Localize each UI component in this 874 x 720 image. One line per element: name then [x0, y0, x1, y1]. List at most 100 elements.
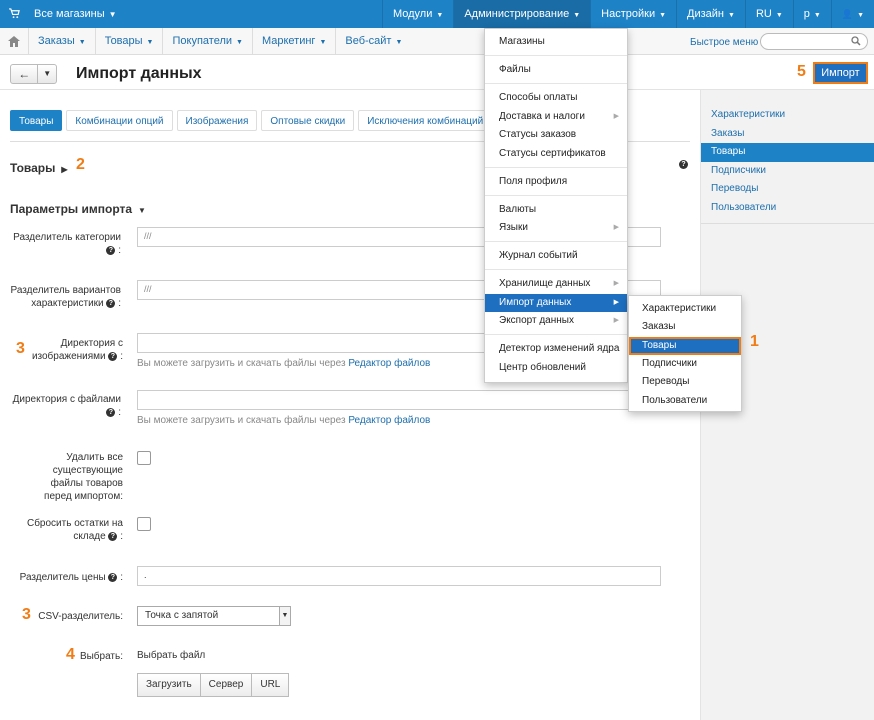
back-arrow-icon[interactable]: ←	[11, 65, 39, 83]
section-title[interactable]: Товары ▶	[10, 161, 68, 175]
admin-menu-item[interactable]: Доставка и налоги ▶	[485, 108, 627, 126]
chevron-down-icon: ▼	[395, 39, 403, 46]
menu-separator	[485, 334, 627, 336]
admin-menu-item[interactable]: Языки ▶	[485, 219, 627, 237]
menu-separator	[485, 269, 627, 271]
import-data-submenu: Характеристики Заказы Товары Подписчики Пере…	[628, 295, 742, 412]
admin-menu-item[interactable]: Журнал событий	[485, 247, 627, 265]
admin-menu-item[interactable]: Статусы сертификатов	[485, 145, 627, 163]
variant-delimiter-label: Разделитель вариантов характеристики ? :	[10, 285, 122, 309]
chevron-right-icon: ▶	[613, 298, 619, 306]
page-header: ← ▼ Импорт данных	[0, 56, 874, 90]
marker-5: 5	[797, 63, 806, 80]
marker-1: 1	[750, 333, 759, 350]
import-submenu-item[interactable]: Подписчики	[629, 355, 741, 373]
admin-menu-item[interactable]: Статусы заказов	[485, 126, 627, 144]
top-nav-item[interactable]: Модули ▼	[381, 0, 453, 28]
import-button[interactable]: Импорт	[813, 62, 868, 84]
import-submenu-item[interactable]: Заказы	[629, 318, 741, 336]
sidebar-item[interactable]: Заказы	[701, 125, 874, 144]
admin-menu-item[interactable]: Магазины	[485, 33, 627, 51]
upload-option-button[interactable]: Сервер	[199, 673, 253, 697]
sidebar-item[interactable]: Переводы	[701, 180, 874, 199]
chevron-down-icon: ▼	[138, 206, 146, 215]
csv-delimiter-label: CSV-разделитель:	[38, 611, 123, 622]
top-nav-item[interactable]: 👤 ▼	[830, 0, 874, 28]
params-section-title[interactable]: Параметры импорта ▼	[10, 202, 146, 216]
file-editor-link[interactable]: Редактор файлов	[348, 415, 430, 426]
marker-3: 3	[22, 606, 31, 623]
chevron-down-icon: ▼	[775, 12, 783, 19]
import-submenu-item[interactable]: Характеристики	[629, 300, 741, 318]
admin-menu-item[interactable]: Поля профиля	[485, 173, 627, 191]
delete-files-label: Удалить все существующие файлы товаров п…	[44, 452, 123, 502]
top-bar: Все магазины ▼ Модули ▼ Администрирование ▼ Н…	[0, 0, 874, 28]
tab-item[interactable]: Товары	[10, 110, 63, 131]
admin-menu-item[interactable]: Способы оплаты	[485, 89, 627, 107]
admin-menu-item[interactable]: Валюты	[485, 201, 627, 219]
tab-item[interactable]: Изображения	[176, 110, 258, 131]
admin-menu-item[interactable]: Файлы	[485, 61, 627, 79]
help-icon[interactable]: ?	[108, 351, 118, 361]
price-delimiter-input[interactable]: .	[137, 566, 661, 586]
nav-item[interactable]: Веб-сайт ▼	[335, 28, 411, 55]
top-nav-item[interactable]: Настройки ▼	[590, 0, 676, 28]
help-icon[interactable]: ?	[108, 572, 118, 582]
store-selector[interactable]: Все магазины ▼	[34, 8, 117, 20]
nav-item[interactable]: Маркетинг ▼	[251, 28, 335, 55]
nav-item[interactable]: Заказы ▼	[28, 28, 95, 55]
admin-menu-item[interactable]: Детектор изменений ядра	[485, 340, 627, 358]
category-delimiter-label: Разделитель категории? :	[13, 232, 121, 256]
tab-item[interactable]: Оптовые скидки	[261, 110, 355, 131]
help-icon[interactable]: ?	[106, 245, 116, 255]
import-submenu-item[interactable]: Переводы	[629, 373, 741, 391]
sidebar-item[interactable]: Пользователи	[701, 199, 874, 218]
top-nav-item[interactable]: Дизайн ▼	[676, 0, 745, 28]
help-icon[interactable]: ?	[108, 531, 118, 541]
files-dir-input[interactable]	[137, 390, 661, 410]
chevron-down-icon[interactable]: ▼	[38, 65, 56, 83]
sidebar-item[interactable]: Характеристики	[701, 106, 874, 125]
main-menu: Заказы ▼ Товары ▼ Покупатели ▼ Маркетинг ▼ Веб-с…	[28, 28, 411, 55]
tab-bar: Товары Комбинации опций Изображения Оптовые…	[10, 110, 527, 131]
admin-menu-item[interactable]: Хранилище данных ▶	[485, 275, 627, 293]
nav-item[interactable]: Покупатели ▼	[162, 28, 251, 55]
tab-item[interactable]: Комбинации опций	[66, 110, 173, 131]
reset-stock-checkbox[interactable]	[137, 517, 151, 531]
top-nav-item[interactable]: RU ▼	[744, 0, 793, 28]
top-nav-item[interactable]: р ▼	[792, 0, 831, 28]
admin-menu-item[interactable]: Импорт данных ▶	[485, 293, 627, 312]
images-dir-hint: Вы можете загрузить и скачать файлы чере…	[137, 358, 431, 369]
admin-menu-item[interactable]: Экспорт данных ▶	[485, 312, 627, 330]
menu-separator	[485, 166, 627, 168]
upload-option-button[interactable]: URL	[251, 673, 290, 697]
import-submenu-item[interactable]: Пользователи	[629, 392, 741, 410]
files-dir-label: Директория с файлами? :	[12, 394, 121, 418]
file-editor-link[interactable]: Редактор файлов	[348, 358, 430, 369]
quick-menu-link[interactable]: Быстрое меню	[690, 37, 758, 48]
home-icon[interactable]	[8, 36, 20, 47]
menu-separator	[485, 55, 627, 57]
csv-delimiter-select[interactable]: Точка с запятой ▼	[137, 606, 291, 626]
top-navigation: Модули ▼ Администрирование ▼ Настройки ▼ Дизай…	[381, 0, 874, 28]
import-submenu-item[interactable]: Товары	[629, 336, 741, 355]
admin-menu-item[interactable]: Центр обновлений	[485, 359, 627, 377]
sidebar-item[interactable]: Товары	[701, 143, 874, 162]
help-icon[interactable]: ?	[106, 407, 116, 417]
chevron-down-icon: ▼	[573, 12, 581, 19]
delete-files-checkbox[interactable]	[137, 451, 151, 465]
marker-3: 3	[16, 340, 25, 357]
sidebar-item[interactable]: Подписчики	[701, 162, 874, 181]
chevron-down-icon: ▼	[78, 39, 86, 46]
chevron-down-icon: ▼	[857, 12, 864, 19]
chevron-down-icon: ▼	[146, 39, 154, 46]
user-icon: 👤	[841, 9, 854, 19]
nav-item[interactable]: Товары ▼	[94, 28, 163, 55]
divider	[701, 223, 874, 224]
upload-option-button[interactable]: Загрузить	[137, 673, 201, 697]
upload-button-group: Загрузить Сервер URL	[137, 673, 290, 697]
help-icon[interactable]: ?	[106, 298, 116, 308]
search-input[interactable]	[760, 33, 868, 50]
top-nav-item[interactable]: Администрирование ▼	[453, 0, 591, 28]
help-icon[interactable]: ?	[679, 160, 688, 169]
